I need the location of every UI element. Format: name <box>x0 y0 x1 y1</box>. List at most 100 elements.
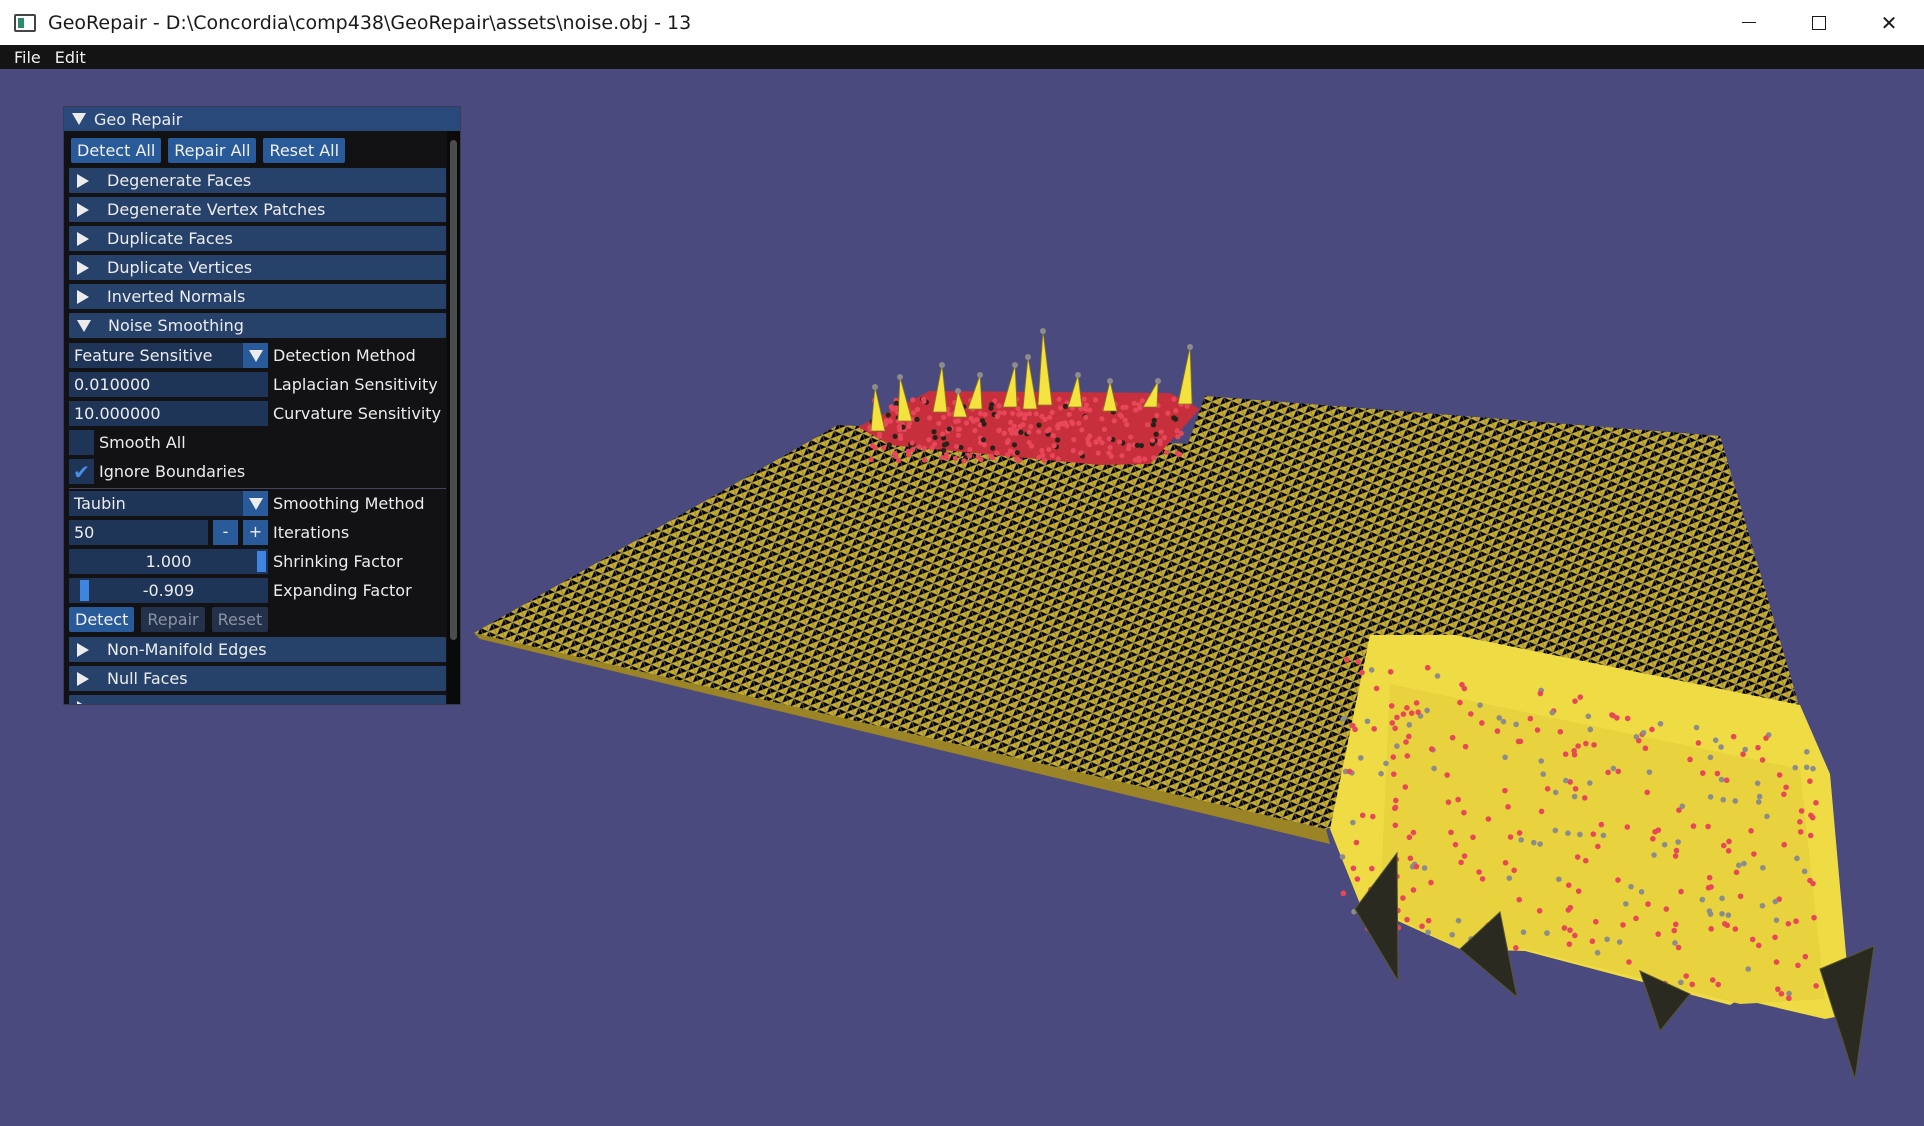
block-vertex <box>1452 841 1459 848</box>
reset-all-button[interactable]: Reset All <box>263 138 346 163</box>
block-vertex <box>1408 710 1415 716</box>
maximize-button[interactable] <box>1784 0 1854 45</box>
menu-edit[interactable]: Edit <box>49 48 94 67</box>
smoothing-method-dropdown[interactable] <box>243 491 268 516</box>
flagged-vertex <box>897 427 903 433</box>
flagged-vertex <box>885 412 891 418</box>
block-vertex <box>1707 754 1714 761</box>
block-vertex <box>1507 834 1514 840</box>
block-vertex <box>1479 876 1486 882</box>
block-vertex <box>1425 917 1432 924</box>
block-vertex <box>1803 748 1810 755</box>
block-vertex <box>1402 784 1409 790</box>
flagged-vertex <box>910 447 916 453</box>
detection-method-select[interactable]: Feature Sensitive <box>69 343 243 368</box>
flagged-vertex <box>881 445 887 451</box>
flagged-vertex <box>977 410 984 416</box>
close-button[interactable]: ✕ <box>1854 0 1924 45</box>
minimize-button[interactable] <box>1714 0 1784 45</box>
spike-tip-vertex <box>955 388 961 394</box>
section-label: Noise Smoothing <box>108 316 244 335</box>
flagged-vertex <box>1171 396 1177 402</box>
block-vertex <box>1719 895 1725 902</box>
curvature-label: Curvature Sensitivity <box>273 404 442 423</box>
flagged-vertex <box>1128 434 1134 440</box>
block-vertex <box>1354 876 1361 882</box>
block-vertex <box>1724 922 1731 929</box>
block-vertex <box>1575 888 1582 894</box>
panel-title-bar[interactable]: Geo Repair <box>64 107 460 131</box>
block-vertex <box>1709 977 1716 983</box>
block-vertex <box>1378 770 1384 777</box>
detection-method-row: Feature Sensitive Detection Method <box>69 343 416 368</box>
repair-all-button[interactable]: Repair All <box>168 138 257 163</box>
section-null-faces[interactable]: Null Faces <box>69 666 446 691</box>
block-vertex <box>1518 837 1525 843</box>
section-noise-smoothing[interactable]: Noise Smoothing <box>69 313 446 338</box>
section-non-manifold-edges[interactable]: Non-Manifold Edges <box>69 637 446 662</box>
detection-method-dropdown[interactable] <box>243 343 268 368</box>
block-vertex <box>1413 863 1420 870</box>
flagged-vertex <box>953 443 960 450</box>
block-vertex <box>1448 829 1454 836</box>
reset-button[interactable]: Reset <box>211 607 269 632</box>
scrollbar-thumb[interactable] <box>450 140 457 640</box>
flagged-vertex <box>1018 429 1024 435</box>
block-vertex <box>1690 823 1697 829</box>
block-vertex <box>1726 838 1732 845</box>
flagged-vertex <box>1133 407 1139 413</box>
flagged-vertex <box>1051 443 1057 449</box>
flagged-vertex <box>892 433 898 439</box>
section-inverted-normals[interactable]: Inverted Normals <box>69 284 446 309</box>
block-vertex <box>1413 700 1420 706</box>
flagged-vertex <box>1106 436 1112 442</box>
section-partially-hidden[interactable] <box>69 695 446 704</box>
block-vertex <box>1531 839 1537 846</box>
flagged-vertex <box>972 428 978 434</box>
iterations-increment-button[interactable]: + <box>243 520 268 545</box>
block-vertex <box>1561 925 1568 931</box>
block-vertex <box>1718 776 1725 783</box>
repair-button[interactable]: Repair <box>141 607 205 632</box>
flagged-vertex <box>968 415 974 422</box>
flagged-vertex <box>905 448 911 454</box>
detection-method-label: Detection Method <box>273 346 416 365</box>
shrinking-factor-row: 1.000 Shrinking Factor <box>69 549 403 574</box>
flagged-vertex <box>946 411 952 417</box>
iterations-label: Iterations <box>273 523 350 542</box>
spike-tip-vertex <box>977 372 983 378</box>
section-duplicate-vertices[interactable]: Duplicate Vertices <box>69 255 446 280</box>
block-vertex <box>1394 743 1400 749</box>
block-vertex <box>1571 748 1577 754</box>
detect-button[interactable]: Detect <box>69 607 135 632</box>
flagged-vertex <box>1151 417 1157 423</box>
section-duplicate-faces[interactable]: Duplicate Faces <box>69 226 446 251</box>
smooth-all-checkbox[interactable] <box>69 430 94 455</box>
iterations-decrement-button[interactable]: - <box>213 520 238 545</box>
block-vertex <box>1404 916 1410 923</box>
flagged-vertex <box>1087 433 1093 439</box>
panel-scrollbar[interactable] <box>447 131 460 704</box>
ignore-boundaries-checkbox[interactable]: ✔ <box>69 459 94 484</box>
flagged-vertex <box>1134 442 1140 448</box>
flagged-vertex <box>1163 449 1170 455</box>
section-degenerate-faces[interactable]: Degenerate Faces <box>69 168 446 193</box>
block-vertex <box>1687 756 1693 763</box>
flagged-vertex <box>1011 442 1018 448</box>
flagged-vertex <box>1005 452 1011 458</box>
shrinking-factor-slider[interactable]: 1.000 <box>69 549 268 574</box>
curvature-input[interactable]: 10.000000 <box>69 401 268 426</box>
top-button-row: Detect All Repair All Reset All <box>71 138 352 163</box>
detect-all-button[interactable]: Detect All <box>71 138 162 163</box>
smoothing-method-select[interactable]: Taubin <box>69 491 243 516</box>
section-degenerate-vertex-patches[interactable]: Degenerate Vertex Patches <box>69 197 446 222</box>
expanding-factor-slider[interactable]: -0.909 <box>69 578 268 603</box>
block-vertex <box>1624 715 1631 722</box>
menu-file[interactable]: File <box>0 48 49 67</box>
block-vertex <box>1394 714 1400 721</box>
laplacian-input[interactable]: 0.010000 <box>69 372 268 397</box>
block-vertex <box>1500 718 1507 725</box>
flagged-vertex <box>921 445 928 451</box>
flagged-vertex <box>1122 417 1128 423</box>
iterations-input[interactable]: 50 <box>69 520 208 545</box>
